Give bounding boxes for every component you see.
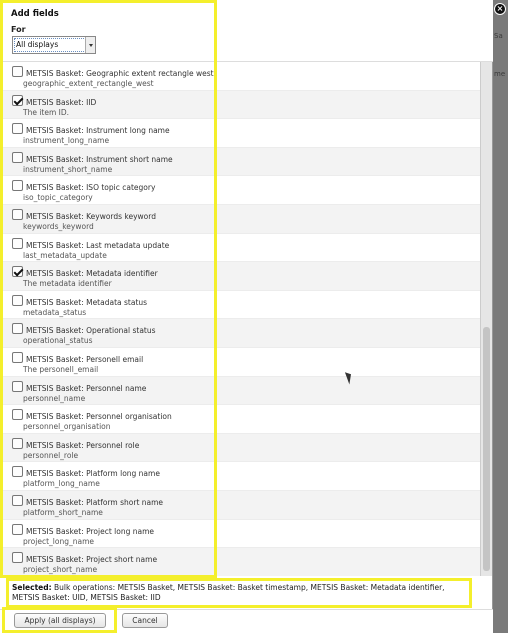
field-label[interactable]: METSIS Basket: Last metadata update [26, 241, 169, 250]
field-label[interactable]: METSIS Basket: IID [26, 98, 96, 107]
field-label[interactable]: METSIS Basket: Instrument short name [26, 155, 173, 164]
scrollbar[interactable] [480, 62, 492, 576]
field-label[interactable]: METSIS Basket: Project short name [26, 555, 157, 564]
field-checkbox[interactable] [12, 94, 23, 106]
field-row[interactable]: METSIS Basket: Platform short name platfo… [0, 490, 480, 520]
field-checkbox[interactable] [12, 208, 23, 220]
field-checkbox[interactable] [12, 494, 23, 506]
field-checkbox[interactable] [12, 323, 23, 335]
field-row[interactable]: METSIS Basket: Last metadata update last_… [0, 234, 480, 263]
selected-label: Selected: [12, 583, 52, 592]
field-label[interactable]: METSIS Basket: Metadata status [26, 298, 147, 307]
field-checkbox[interactable] [12, 180, 23, 192]
field-description: project_long_name [23, 536, 94, 546]
field-checkbox[interactable] [12, 123, 23, 135]
field-description: platform_long_name [23, 479, 100, 489]
for-select-value: All displays [16, 40, 59, 49]
field-row[interactable]: METSIS Basket: Metadata status metadata_s… [0, 291, 480, 320]
field-checkbox[interactable] [12, 351, 23, 363]
field-row[interactable]: METSIS Basket: ISO topic category iso_top… [0, 176, 480, 205]
field-checkbox[interactable] [12, 151, 23, 163]
field-row[interactable]: METSIS Basket: Personnel name personnel_n… [0, 376, 480, 406]
dialog-title: Add fields [11, 9, 59, 19]
for-display-select[interactable]: All displays [12, 36, 96, 54]
chevron-down-icon [85, 37, 95, 53]
field-label[interactable]: METSIS Basket: Operational status [26, 326, 156, 335]
field-description: instrument_short_name [23, 164, 113, 174]
field-label[interactable]: METSIS Basket: ISO topic category [26, 183, 155, 192]
field-description: geographic_extent_rectangle_west [23, 79, 154, 88]
field-row[interactable]: METSIS Basket: Metadata identifier The me… [0, 262, 480, 291]
field-checkbox[interactable] [12, 409, 23, 421]
background-page: Sa me [492, 0, 508, 633]
field-checkbox[interactable] [12, 437, 23, 449]
apply-button[interactable]: Apply (all displays) [14, 613, 106, 628]
field-description: iso_topic_category [23, 193, 93, 203]
field-row[interactable]: METSIS Basket: Personell email The person… [0, 348, 480, 377]
field-label[interactable]: METSIS Basket: Platform short name [26, 498, 163, 507]
field-checkbox[interactable] [12, 266, 23, 278]
for-label: For [11, 25, 26, 34]
field-label[interactable]: METSIS Basket: Instrument long name [26, 126, 170, 135]
field-row[interactable]: METSIS Basket: Project short name project… [0, 548, 480, 576]
scroll-thumb[interactable] [483, 327, 490, 571]
field-row[interactable]: METSIS Basket: Personnel role personnel_r… [0, 433, 480, 463]
field-checkbox[interactable] [12, 466, 23, 478]
field-row[interactable]: METSIS Basket: IID The item ID. [0, 90, 480, 120]
field-description: keywords_keyword [23, 221, 94, 231]
field-description: The personell_email [23, 364, 99, 374]
add-fields-dialog: Add fields For All displays METSIS Baske… [0, 0, 493, 633]
field-checkbox[interactable] [12, 552, 23, 564]
field-checkbox[interactable] [12, 523, 23, 535]
field-row[interactable]: METSIS Basket: Instrument short name inst… [0, 147, 480, 177]
field-label[interactable]: METSIS Basket: Geographic extent rectang… [26, 69, 214, 78]
field-description: metadata_status [23, 307, 87, 317]
field-description: platform_short_name [23, 507, 103, 517]
field-checkbox[interactable] [12, 237, 23, 249]
field-row[interactable]: METSIS Basket: Platform long name platfor… [0, 462, 480, 491]
field-checkbox[interactable] [12, 380, 23, 392]
selected-text: Bulk operations: METSIS Basket, METSIS B… [12, 583, 445, 602]
field-row[interactable]: METSIS Basket: Instrument long name instr… [0, 119, 480, 148]
field-description: personnel_name [23, 393, 86, 403]
cancel-button[interactable]: Cancel [122, 613, 168, 628]
field-label[interactable]: METSIS Basket: Personnel role [26, 441, 139, 450]
field-description: The item ID. [23, 107, 70, 117]
field-row[interactable]: METSIS Basket: Project long name project_… [0, 520, 480, 549]
field-description: project_short_name [23, 565, 98, 575]
close-icon[interactable]: × [494, 3, 506, 15]
field-description: instrument_long_name [23, 136, 110, 146]
background-text: Sa [494, 32, 503, 40]
field-list: METSIS Basket: Geographic extent rectang… [0, 62, 480, 576]
field-description: The metadata identifier [23, 279, 112, 289]
field-label[interactable]: METSIS Basket: Project long name [26, 527, 154, 536]
field-row[interactable]: METSIS Basket: Personnel organisation per… [0, 405, 480, 434]
selected-summary: Selected: Bulk operations: METSIS Basket… [6, 578, 472, 608]
field-row[interactable]: METSIS Basket: Keywords keyword keywords_… [0, 204, 480, 234]
field-checkbox[interactable] [12, 66, 23, 77]
field-description: operational_status [23, 336, 93, 346]
field-description: last_metadata_update [23, 250, 107, 260]
dialog-header: Add fields For All displays [0, 0, 493, 62]
field-description: personnel_organisation [23, 422, 111, 432]
field-label[interactable]: METSIS Basket: Personell email [26, 355, 143, 364]
field-label[interactable]: METSIS Basket: Keywords keyword [26, 212, 156, 221]
field-label[interactable]: METSIS Basket: Personnel name [26, 384, 146, 393]
field-label[interactable]: METSIS Basket: Metadata identifier [26, 269, 158, 278]
field-row[interactable]: METSIS Basket: Geographic extent rectang… [0, 62, 480, 91]
field-row[interactable]: METSIS Basket: Operational status operati… [0, 319, 480, 348]
field-checkbox[interactable] [12, 294, 23, 306]
field-description: personnel_role [23, 450, 79, 460]
background-text: me [494, 70, 506, 78]
field-label[interactable]: METSIS Basket: Platform long name [26, 469, 160, 478]
dialog-footer: Apply (all displays) Cancel [0, 609, 493, 633]
field-label[interactable]: METSIS Basket: Personnel organisation [26, 412, 172, 421]
